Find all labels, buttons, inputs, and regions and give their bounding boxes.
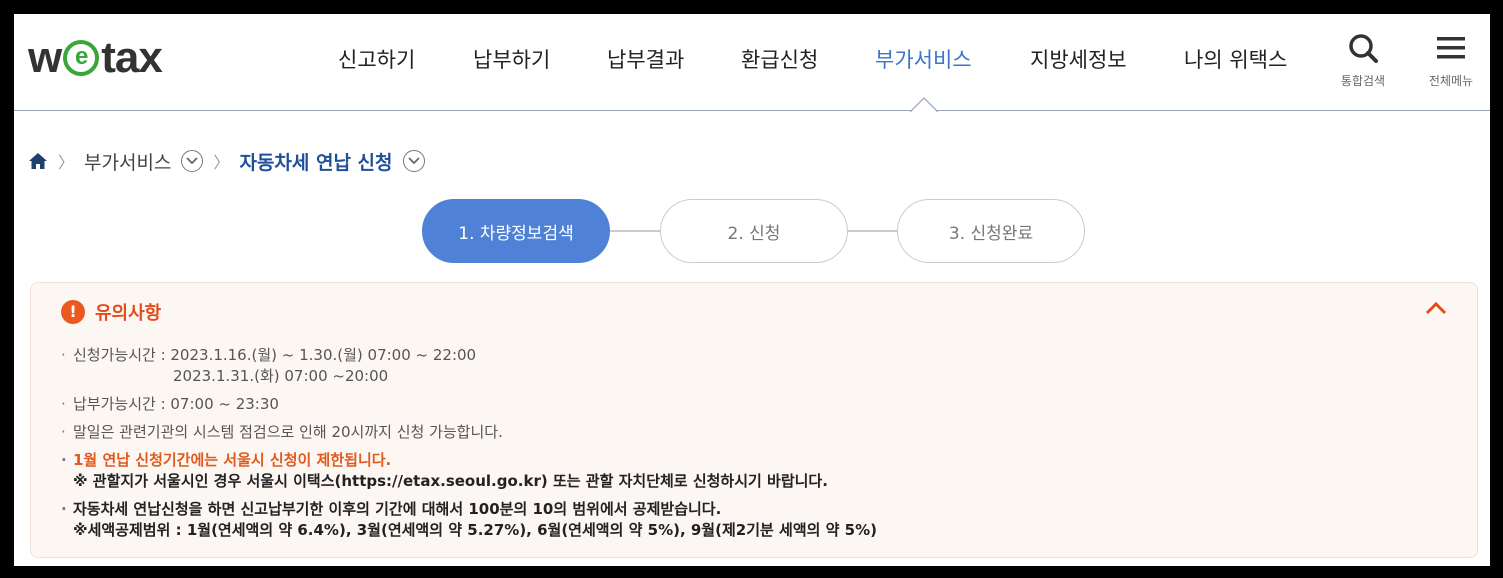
search-icon [1349, 34, 1378, 63]
notice-text: 신청가능시간 : 2023.1.16.(월) ~ 1.30.(월) 07:00 … [73, 346, 477, 364]
breadcrumb-level1-dropdown[interactable] [181, 150, 204, 172]
notice-title: ! 유의사항 [61, 299, 161, 325]
notice-text-sub: ※세액공제범위 : 1월(연세액의 약 6.4%), 3월(연세액의 약 5.2… [73, 521, 877, 539]
nav-item-additional-services[interactable]: 부가서비스 [875, 44, 972, 74]
search-label: 통합검색 [1340, 74, 1386, 88]
step-vehicle-search: 1. 차량정보검색 [422, 199, 610, 263]
step-connector [846, 230, 898, 232]
breadcrumb: 〉 부가서비스 〉 자동차세 연납 신청 [28, 148, 425, 174]
step-complete: 3. 신청완료 [897, 199, 1085, 263]
chevron-down-icon [407, 157, 420, 165]
chevron-down-icon [186, 157, 199, 165]
step-connector [610, 230, 662, 232]
exclamation-icon: ! [61, 300, 85, 324]
breadcrumb-separator: 〉 [213, 153, 230, 172]
notice-title-text: 유의사항 [95, 303, 162, 324]
hamburger-menu-icon [1437, 37, 1465, 59]
menu-label: 전체메뉴 [1428, 74, 1474, 88]
home-icon[interactable] [28, 152, 48, 170]
notice-text: 말일은 관련기관의 시스템 점검으로 인해 20시까지 신청 가능합니다. [73, 423, 503, 441]
nav-item-local-tax-info[interactable]: 지방세정보 [1030, 44, 1127, 74]
logo-e-circle: e [63, 40, 100, 76]
notice-item-apply-hours: 신청가능시간 : 2023.1.16.(월) ~ 1.30.(월) 07:00 … [61, 345, 1441, 387]
notice-box: ! 유의사항 신청가능시간 : 2023.1.16.(월) ~ 1.30.(월)… [30, 282, 1478, 558]
page-frame: w e tax 신고하기 납부하기 납부결과 환급신청 부가서비스 지방세정보 나의… [14, 14, 1490, 566]
logo-text-tax: tax [101, 33, 163, 82]
nav-item-my-wetax[interactable]: 나의 위택스 [1184, 44, 1287, 74]
breadcrumb-level1[interactable]: 부가서비스 [84, 148, 171, 175]
site-header: w e tax 신고하기 납부하기 납부결과 환급신청 부가서비스 지방세정보 나의… [14, 14, 1490, 112]
notice-item-month-end: 말일은 관련기관의 시스템 점검으로 인해 20시까지 신청 가능합니다. [61, 422, 1441, 443]
notice-text-sub: 2023.1.31.(화) 07:00 ~20:00 [173, 367, 389, 385]
integrated-search-button[interactable]: 통합검색 [1332, 32, 1394, 89]
full-menu-button[interactable]: 전체메뉴 [1420, 32, 1482, 89]
nav-item-payment-result[interactable]: 납부결과 [607, 44, 684, 74]
nav-item-report[interactable]: 신고하기 [338, 44, 415, 74]
notice-text: 1월 연납 신청기간에는 서울시 신청이 제한됩니다. [73, 451, 392, 469]
chevron-up-icon[interactable] [1425, 301, 1447, 315]
logo-text-w: w [28, 33, 62, 82]
breadcrumb-current-dropdown[interactable] [402, 150, 425, 172]
notice-list: 신청가능시간 : 2023.1.16.(월) ~ 1.30.(월) 07:00 … [61, 345, 1441, 548]
breadcrumb-separator: 〉 [58, 153, 75, 172]
nav-item-refund[interactable]: 환급신청 [741, 44, 818, 74]
step-apply: 2. 신청 [660, 199, 848, 263]
notice-text: 자동차세 연납신청을 하면 신고납부기한 이후의 기간에 대해서 100분의 1… [73, 500, 722, 518]
notice-text-sub: ※ 관할지가 서울시인 경우 서울시 이택스(https://etax.seou… [73, 472, 828, 490]
nav-item-payment[interactable]: 납부하기 [473, 44, 550, 74]
notice-item-seoul-restriction: 1월 연납 신청기간에는 서울시 신청이 제한됩니다. ※ 관할지가 서울시인 … [61, 450, 1441, 492]
breadcrumb-current: 자동차세 연납 신청 [239, 151, 393, 174]
active-nav-caret [910, 97, 938, 112]
notice-item-pay-hours: 납부가능시간 : 07:00 ~ 23:30 [61, 394, 1441, 415]
wetax-logo[interactable]: w e tax [28, 33, 163, 82]
notice-item-tax-deduction: 자동차세 연납신청을 하면 신고납부기한 이후의 기간에 대해서 100분의 1… [61, 499, 1441, 541]
progress-steps: 1. 차량정보검색 2. 신청 3. 신청완료 [422, 199, 1085, 263]
notice-text: 납부가능시간 : 07:00 ~ 23:30 [73, 395, 279, 413]
